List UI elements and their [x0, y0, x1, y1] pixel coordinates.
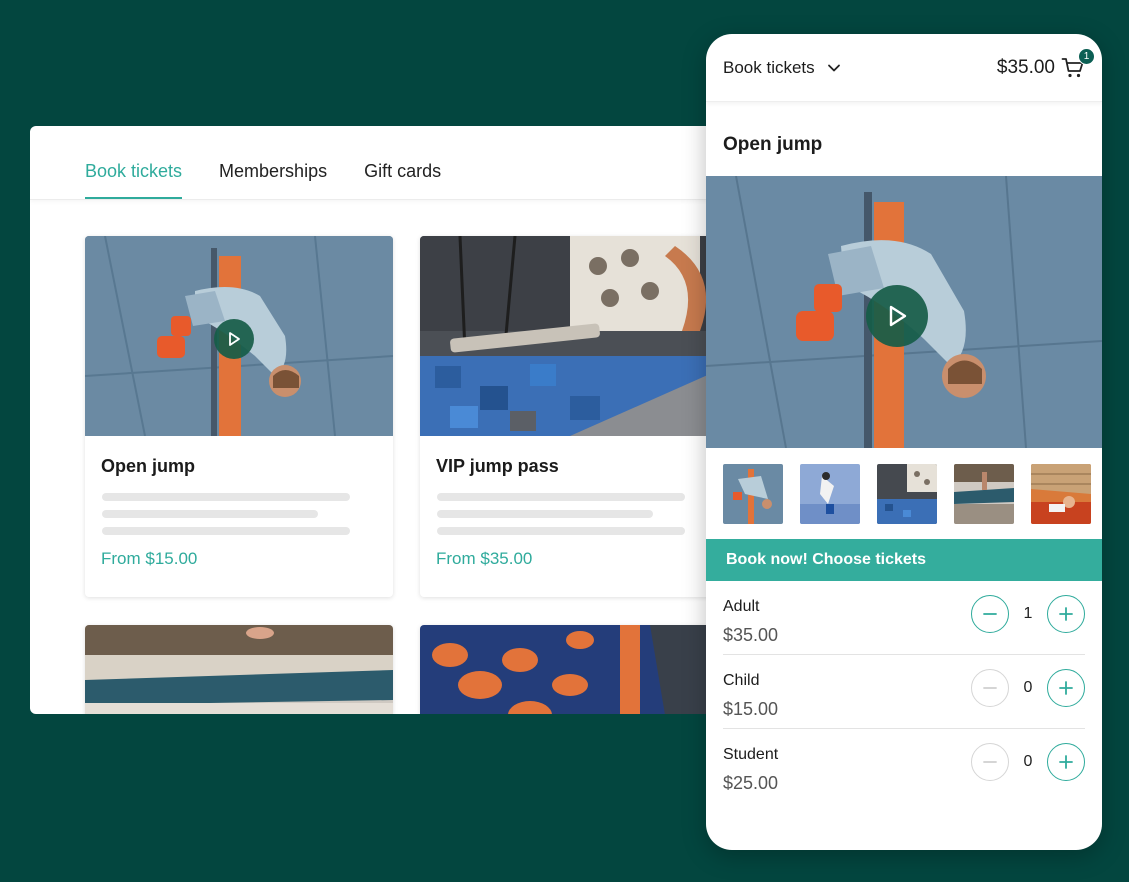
description-placeholder-line: [102, 510, 318, 518]
ticket-row-adult: Adult $35.00 1: [723, 581, 1085, 655]
quantity-stepper: 0: [971, 669, 1085, 707]
plus-icon: [1059, 681, 1073, 695]
ticket-name: Child: [723, 672, 760, 689]
ticket-name: Adult: [723, 598, 760, 615]
mobile-header: Book tickets $35.00 1: [706, 34, 1102, 102]
desktop-panel: Book tickets Memberships Gift cards Open…: [30, 126, 720, 714]
plus-icon: [1059, 755, 1073, 769]
description-placeholder-line: [102, 527, 350, 535]
chevron-down-icon: [827, 64, 840, 71]
book-now-bar: Book now! Choose tickets: [706, 539, 1102, 581]
card-image-foam-pit[interactable]: [420, 236, 720, 436]
play-icon: [229, 332, 240, 346]
plus-icon: [1059, 607, 1073, 621]
quantity-value: 0: [1023, 679, 1033, 696]
play-icon: [889, 305, 907, 327]
decrease-button[interactable]: [971, 669, 1009, 707]
desktop-nav: Book tickets Memberships Gift cards: [30, 126, 720, 200]
dropdown-label: Book tickets: [723, 57, 815, 77]
cart-button[interactable]: 1: [1061, 47, 1095, 80]
product-card-open-jump[interactable]: Open jump From $15.00: [85, 236, 393, 597]
decrease-button[interactable]: [971, 743, 1009, 781]
thumbnail-kids-play[interactable]: [1031, 464, 1091, 524]
ticket-price: $35.00: [723, 625, 779, 645]
card-image-jumper[interactable]: [85, 236, 393, 436]
description-placeholder-line: [437, 527, 685, 535]
ticket-row-student: Student $25.00 0: [723, 729, 1085, 803]
card-price: From $35.00: [436, 549, 533, 568]
play-video-button[interactable]: [866, 285, 928, 347]
description-placeholder-line: [437, 493, 685, 501]
product-card-vip-jump-pass[interactable]: VIP jump pass From $35.00: [420, 236, 720, 597]
thumbnail-trampoline[interactable]: [954, 464, 1014, 524]
description-placeholder-line: [437, 510, 653, 518]
book-tickets-dropdown[interactable]: Book tickets: [723, 58, 841, 78]
increase-button[interactable]: [1047, 669, 1085, 707]
ticket-price: $15.00: [723, 699, 779, 719]
mobile-panel: Book tickets $35.00 1 Open jump Book now…: [706, 34, 1102, 850]
cart-count-badge: 1: [1078, 47, 1095, 65]
card-image-wall-art[interactable]: [420, 625, 720, 714]
tab-memberships[interactable]: Memberships: [219, 161, 327, 199]
minus-icon: [983, 687, 997, 689]
increase-button[interactable]: [1047, 595, 1085, 633]
card-image-trampoline[interactable]: [85, 625, 393, 714]
card-title: VIP jump pass: [436, 456, 559, 476]
hero-image[interactable]: [706, 176, 1102, 448]
play-video-button[interactable]: [214, 319, 254, 359]
ticket-name: Student: [723, 746, 779, 763]
minus-icon: [983, 613, 997, 615]
thumbnail-strip: [723, 464, 1091, 524]
minus-icon: [983, 761, 997, 763]
tab-gift-cards[interactable]: Gift cards: [364, 161, 441, 199]
thumbnail-foam-pit[interactable]: [877, 464, 937, 524]
quantity-stepper: 0: [971, 743, 1085, 781]
card-price: From $15.00: [101, 549, 198, 568]
thumbnail-sky-jump[interactable]: [800, 464, 860, 524]
cart-total: $35.00: [996, 56, 1055, 78]
product-card[interactable]: [420, 625, 720, 714]
quantity-value: 1: [1023, 605, 1033, 622]
card-title: Open jump: [101, 456, 195, 476]
tab-book-tickets[interactable]: Book tickets: [85, 161, 183, 199]
description-placeholder-line: [102, 493, 350, 501]
increase-button[interactable]: [1047, 743, 1085, 781]
decrease-button[interactable]: [971, 595, 1009, 633]
quantity-value: 0: [1023, 753, 1033, 770]
product-card[interactable]: [85, 625, 393, 714]
thumbnail-jumper[interactable]: [723, 464, 783, 524]
ticket-price: $25.00: [723, 773, 779, 793]
ticket-row-child: Child $15.00 0: [723, 655, 1085, 729]
quantity-stepper: 1: [971, 595, 1085, 633]
cart-summary[interactable]: $35.00 1: [996, 47, 1095, 80]
product-title: Open jump: [723, 134, 823, 155]
